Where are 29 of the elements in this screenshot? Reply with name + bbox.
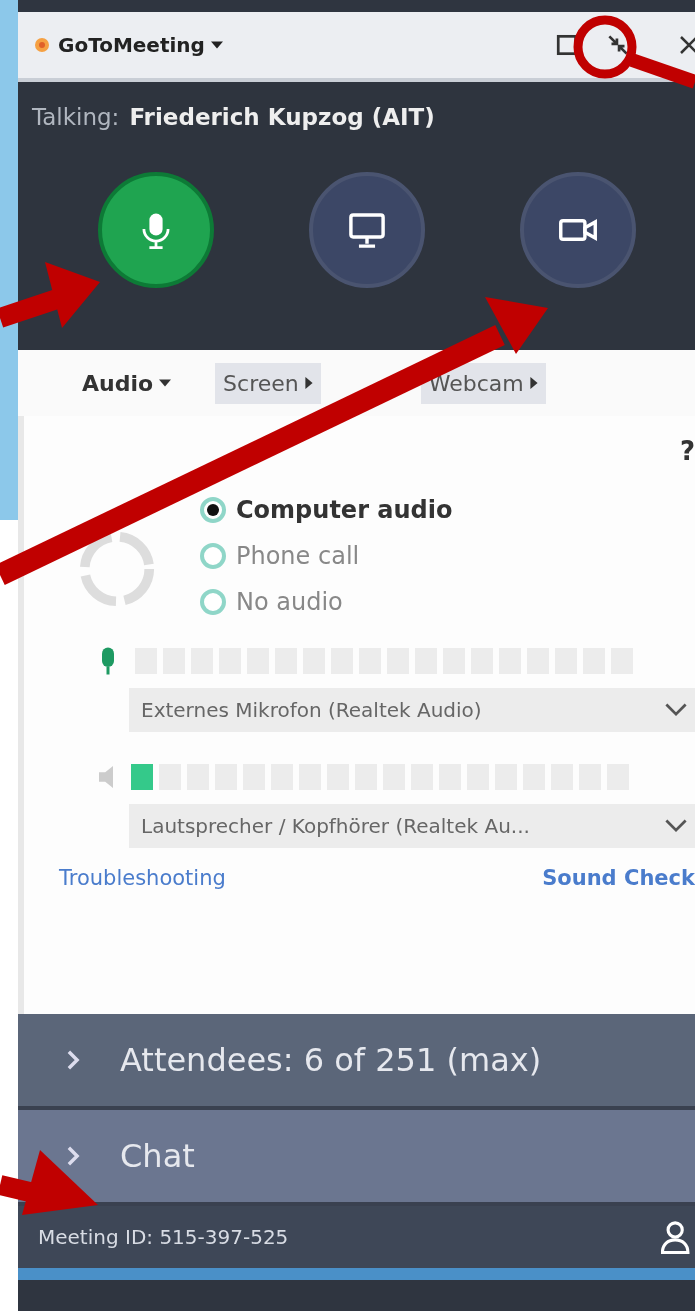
logo-icon: [32, 35, 52, 55]
panel-header[interactable]: Attendees: 6 of 251 (max): [18, 1014, 695, 1110]
talking-label: Talking:: [32, 104, 120, 130]
dropdown[interactable]: Externes Mikrofon (Realtek Audio): [129, 688, 695, 732]
chevron-icon[interactable]: [66, 1049, 80, 1071]
tab[interactable]: Screen: [215, 362, 321, 404]
chevron-down-icon: [665, 819, 687, 833]
meeting-id: Meeting ID: 515-397-525: [38, 1225, 289, 1249]
speaker-name: Friederich Kupzog (AIT): [129, 104, 435, 130]
microphone-icon: [99, 646, 117, 676]
panel-header[interactable]: Chat: [18, 1110, 695, 1206]
panel-title: Chat: [120, 1137, 195, 1175]
radio-option[interactable]: Computer audio: [200, 496, 453, 524]
dropdown[interactable]: Lautsprecher / Kopfhörer (Realtek Au...: [129, 804, 695, 848]
caret-icon[interactable]: [210, 41, 223, 49]
radio-option[interactable]: No audio: [200, 588, 453, 616]
panel-title: Attendees: 6 of 251 (max): [120, 1041, 542, 1079]
caret-icon: [304, 377, 313, 389]
help-button[interactable]: ?: [679, 436, 695, 486]
caret-icon: [529, 377, 538, 389]
caret-icon: [159, 379, 172, 387]
speaker-icon: [99, 766, 113, 788]
link[interactable]: Sound Check: [542, 866, 695, 890]
radio-option[interactable]: Phone call: [200, 542, 453, 570]
tab[interactable]: Audio: [74, 362, 180, 404]
chevron-down-icon: [665, 703, 687, 717]
link[interactable]: Troubleshooting: [59, 866, 226, 890]
app-title[interactable]: GoToMeeting: [58, 33, 205, 57]
chevron-icon[interactable]: [66, 1145, 80, 1167]
